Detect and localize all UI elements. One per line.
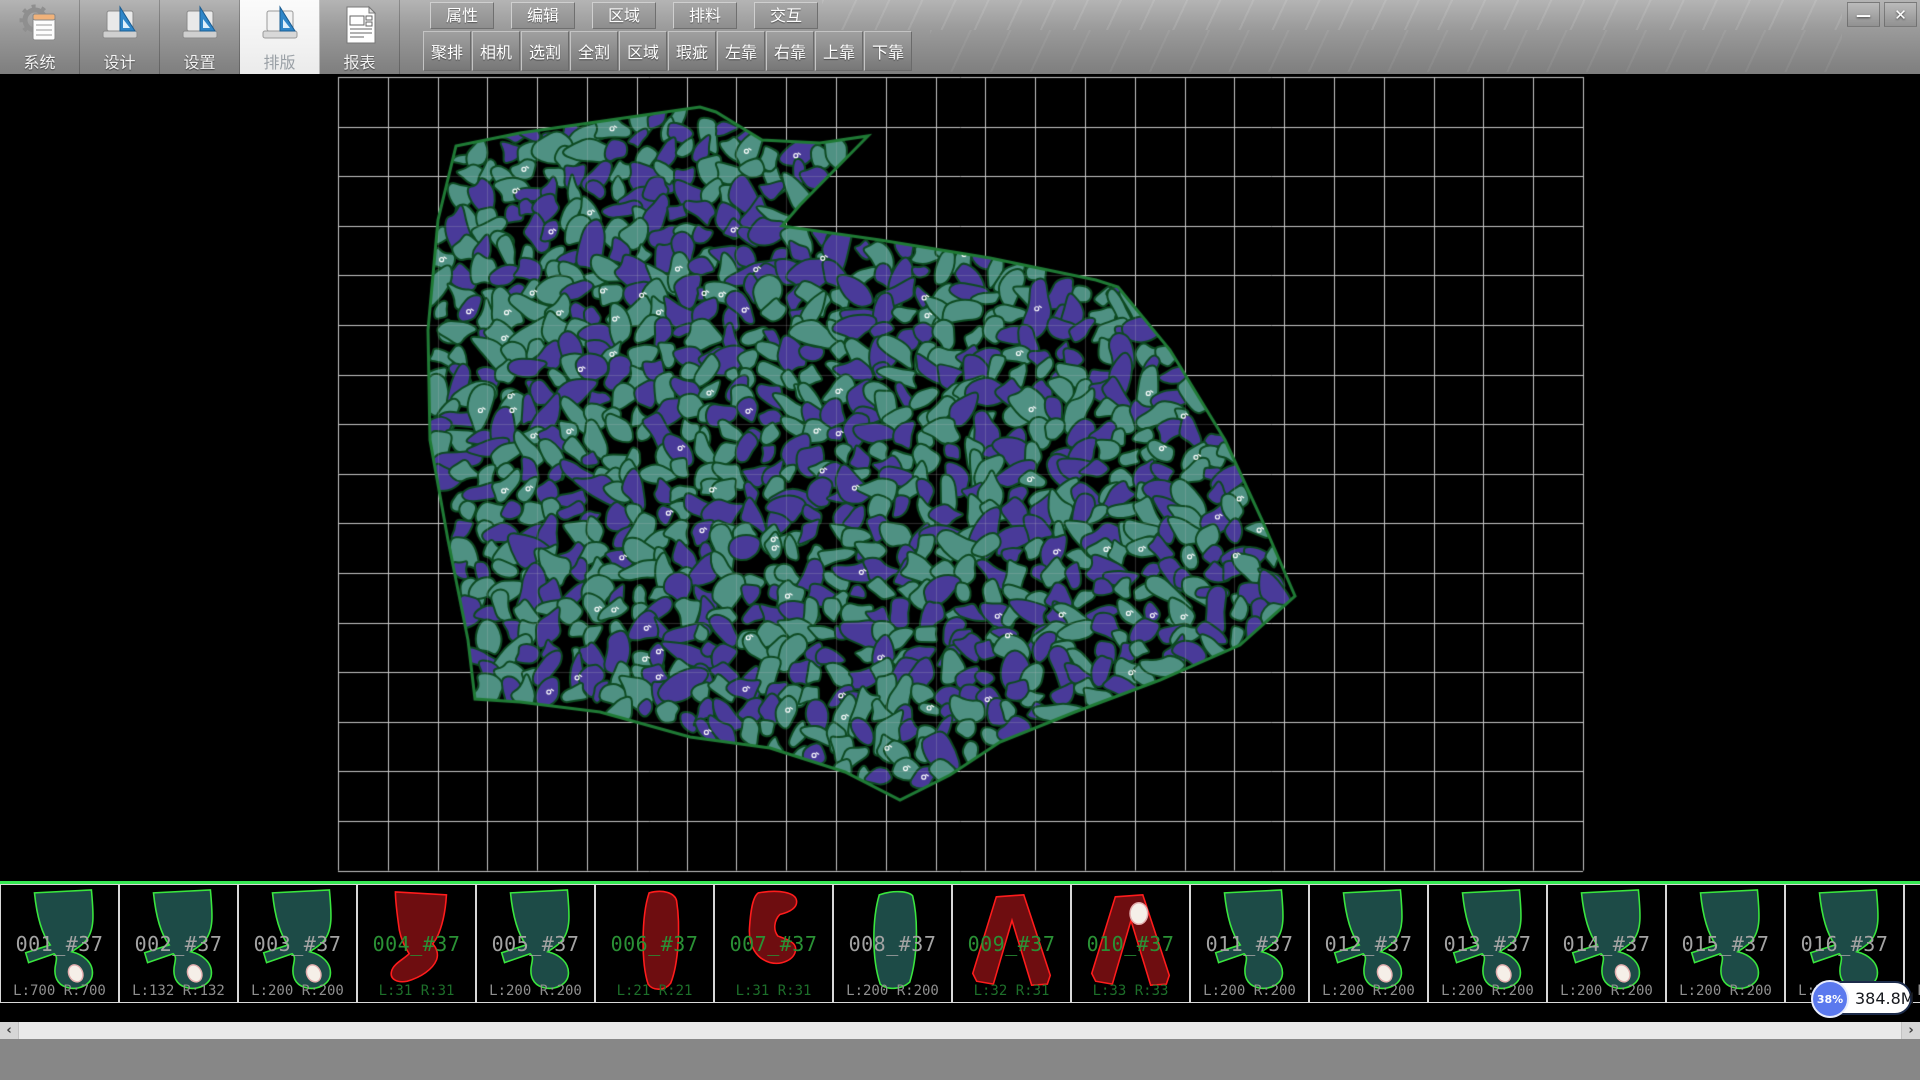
part-thumbnail-003_#37[interactable]: 003_#37 L:200 R:200	[238, 884, 357, 1003]
part-counts-label: L:200 R:200	[1191, 983, 1308, 999]
window-controls: — ✕	[1847, 2, 1917, 27]
part-counts-label: L:21 R:21	[596, 983, 713, 999]
application-window: 系统设计设置排版报表 属性编辑区域排料交互 聚排相机选割全割区域瑕疵左靠右靠上靠…	[0, 0, 1920, 1080]
titlebar-hatch	[822, 0, 1842, 30]
part-id-label: 012_#37	[1310, 932, 1427, 956]
part-counts-label: L:31 R:31	[715, 983, 832, 999]
tool-button-1[interactable]: 聚排	[423, 31, 471, 71]
settings-ruler-icon	[178, 3, 222, 47]
menu-tab-4[interactable]: 排料	[673, 2, 737, 29]
part-id-label: 007_#37	[715, 932, 832, 956]
part-counts-label: L:700 R:700	[1, 983, 118, 999]
part-thumbnail-005_#37[interactable]: 005_#37 L:200 R:200	[476, 884, 595, 1003]
tool-button-2[interactable]: 相机	[472, 31, 520, 71]
part-thumbnail-008_#37[interactable]: 008_#37 L:200 R:200	[833, 884, 952, 1003]
part-counts-label: L:200 R:200	[1429, 983, 1546, 999]
tool-button-9[interactable]: 上靠	[815, 31, 863, 71]
menu-tab-2[interactable]: 编辑	[511, 2, 575, 29]
part-id-label: 010_#37	[1072, 932, 1189, 956]
parts-strip: 001_#37L:700 R:700002_#37L:132 R:132003_…	[0, 884, 1920, 1004]
menu-tab-3[interactable]: 区域	[592, 2, 656, 29]
tool-button-8[interactable]: 右靠	[766, 31, 814, 71]
part-thumbnail-013_#37[interactable]: 013_#37 L:200 R:200	[1428, 884, 1547, 1003]
module-label: 设计	[103, 49, 135, 73]
part-counts-label: L:200 R:200	[834, 983, 951, 999]
part-id-label: 017_#37	[1905, 932, 1920, 956]
minimize-button[interactable]: —	[1847, 2, 1880, 27]
part-thumbnail-010_#37[interactable]: 010_#37 L:33 R:33	[1071, 884, 1190, 1003]
part-counts-label: L:200 R:200	[1548, 983, 1665, 999]
menu-bar: 属性编辑区域排料交互	[430, 2, 818, 29]
toolbar-hatch	[930, 30, 1842, 72]
module-bar: 系统 设计 设置 排版 报表	[0, 0, 400, 74]
menu-tab-1[interactable]: 属性	[430, 2, 494, 29]
part-counts-label: L:33 R:33	[1072, 983, 1189, 999]
tool-button-5[interactable]: 区域	[619, 31, 667, 71]
main-toolbar: 系统设计设置排版报表 属性编辑区域排料交互 聚排相机选割全割区域瑕疵左靠右靠上靠…	[0, 0, 1920, 74]
horizontal-scrollbar[interactable]: ‹ ›	[0, 1022, 1920, 1039]
memory-percent-indicator: 38%	[1811, 980, 1849, 1018]
part-id-label: 002_#37	[120, 932, 237, 956]
part-counts-label: L:200 R:200	[1310, 983, 1427, 999]
module-button-2[interactable]: 设计	[80, 0, 160, 74]
part-id-label: 005_#37	[477, 932, 594, 956]
part-counts-label: L:32 R:31	[953, 983, 1070, 999]
memory-value-label: 384.8M	[1855, 989, 1915, 1008]
part-id-label: 006_#37	[596, 932, 713, 956]
part-thumbnail-007_#37[interactable]: 007_#37 L:31 R:31	[714, 884, 833, 1003]
part-id-label: 009_#37	[953, 932, 1070, 956]
tool-bar: 聚排相机选割全割区域瑕疵左靠右靠上靠下靠	[423, 31, 912, 71]
tool-button-4[interactable]: 全割	[570, 31, 618, 71]
part-id-label: 014_#37	[1548, 932, 1665, 956]
module-label: 报表	[343, 49, 375, 73]
part-thumbnail-012_#37[interactable]: 012_#37 L:200 R:200	[1309, 884, 1428, 1003]
report-doc-icon	[338, 3, 382, 47]
part-counts-label: L:132 R:132	[120, 983, 237, 999]
part-id-label: 003_#37	[239, 932, 356, 956]
tool-button-6[interactable]: 瑕疵	[668, 31, 716, 71]
status-bar	[0, 1039, 1920, 1080]
system-gear-icon	[18, 3, 62, 47]
part-id-label: 015_#37	[1667, 932, 1784, 956]
scroll-right-icon[interactable]: ›	[1902, 1022, 1920, 1039]
module-button-4[interactable]: 排版	[240, 0, 320, 74]
tool-button-3[interactable]: 选割	[521, 31, 569, 71]
part-id-label: 004_#37	[358, 932, 475, 956]
part-thumbnail-002_#37[interactable]: 002_#37 L:132 R:132	[119, 884, 238, 1003]
module-button-1[interactable]: 系统	[0, 0, 80, 74]
part-thumbnail-001_#37[interactable]: 001_#37 L:700 R:700	[0, 884, 119, 1003]
part-id-label: 011_#37	[1191, 932, 1308, 956]
part-counts-label: L:200 R:200	[477, 983, 594, 999]
part-id-label: 016_#37	[1786, 932, 1903, 956]
module-label: 设置	[183, 49, 215, 73]
scroll-left-icon[interactable]: ‹	[0, 1022, 18, 1039]
part-thumbnail-011_#37[interactable]: 011_#37 L:200 R:200	[1190, 884, 1309, 1003]
nesting-canvas[interactable]	[0, 74, 1920, 881]
part-counts-label: L:31 R:31	[358, 983, 475, 999]
part-id-label: 008_#37	[834, 932, 951, 956]
part-thumbnail-006_#37[interactable]: 006_#37 L:21 R:21	[595, 884, 714, 1003]
part-thumbnail-015_#37[interactable]: 015_#37 L:200 R:200	[1666, 884, 1785, 1003]
module-button-5[interactable]: 报表	[320, 0, 400, 74]
part-counts-label: L:200 R:200	[1667, 983, 1784, 999]
scrollbar-thumb[interactable]	[18, 1022, 1902, 1039]
part-counts-label: L:200 R:200	[239, 983, 356, 999]
module-label: 系统	[23, 49, 55, 73]
design-ruler-icon	[98, 3, 142, 47]
part-id-label: 001_#37	[1, 932, 118, 956]
part-thumbnail-004_#37[interactable]: 004_#37 L:31 R:31	[357, 884, 476, 1003]
close-button[interactable]: ✕	[1884, 2, 1917, 27]
part-thumbnail-009_#37[interactable]: 009_#37 L:32 R:31	[952, 884, 1071, 1003]
part-thumbnail-014_#37[interactable]: 014_#37 L:200 R:200	[1547, 884, 1666, 1003]
memory-badge[interactable]: 38% 384.8M	[1811, 981, 1912, 1015]
menu-tab-5[interactable]: 交互	[754, 2, 818, 29]
module-label: 排版	[263, 49, 295, 73]
module-button-3[interactable]: 设置	[160, 0, 240, 74]
part-id-label: 013_#37	[1429, 932, 1546, 956]
tool-button-7[interactable]: 左靠	[717, 31, 765, 71]
tool-button-10[interactable]: 下靠	[864, 31, 912, 71]
layout-ruler-icon	[258, 3, 302, 47]
